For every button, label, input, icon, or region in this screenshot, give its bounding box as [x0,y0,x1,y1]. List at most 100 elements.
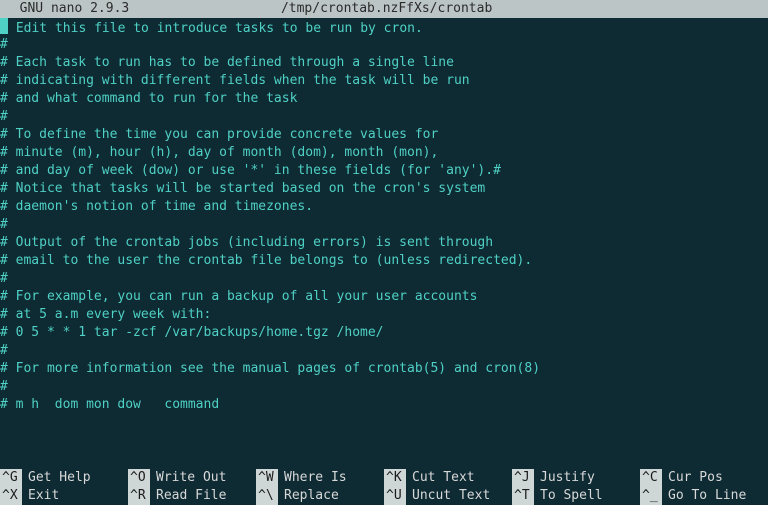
comment-hash: # [0,217,8,232]
editor-line: # [0,378,768,396]
line-text: Each task to run has to be defined throu… [8,55,454,70]
titlebar: GNU nano 2.9.3 /tmp/crontab.nzFfXs/cront… [0,0,768,18]
help-label: Justify [540,469,595,487]
editor-line: # For example, you can run a backup of a… [0,288,768,306]
keycap: ^G [0,469,22,487]
editor-line: # [0,36,768,54]
editor-line: # and what command to run for the task [0,90,768,108]
help-cur-pos[interactable]: ^C Cur Pos [640,469,768,487]
help-where-is[interactable]: ^W Where Is [256,469,384,487]
comment-hash: # [0,73,8,88]
editor-line: Edit this file to introduce tasks to be … [0,18,768,36]
help-label: Cur Pos [668,469,723,487]
editor-line: # minute (m), hour (h), day of month (do… [0,144,768,162]
comment-hash: # [0,343,8,358]
keycap: ^U [384,487,406,505]
editor-line: # at 5 a.m every week with: [0,306,768,324]
help-label: Write Out [156,469,226,487]
help-read-file[interactable]: ^R Read File [128,487,256,505]
line-text: To define the time you can provide concr… [8,127,438,142]
line-text: m h dom mon dow command [8,397,219,412]
help-label: Read File [156,487,226,505]
comment-hash: # [0,397,8,412]
keycap: ^T [512,487,534,505]
line-text: For more information see the manual page… [8,361,540,376]
comment-hash: # [0,145,8,160]
editor-line: # [0,270,768,288]
editor-line: # [0,108,768,126]
comment-hash: # [0,127,8,142]
line-text: daemon's notion of time and timezones. [8,199,313,214]
editor-line: # m h dom mon dow command [0,396,768,414]
comment-hash: # [0,325,8,340]
comment-hash: # [0,37,8,52]
keycap: ^J [512,469,534,487]
line-text: indicating with different fields when th… [8,73,470,88]
keycap: ^W [256,469,278,487]
editor-line: # email to the user the crontab file bel… [0,252,768,270]
line-text: and day of week (dow) or use '*' in thes… [8,163,501,178]
open-file-path: /tmp/crontab.nzFfXs/crontab [129,0,644,18]
editor-line: # daemon's notion of time and timezones. [0,198,768,216]
line-text: email to the user the crontab file belon… [8,253,532,268]
line-text: minute (m), hour (h), day of month (dom)… [8,145,438,160]
help-label: Where Is [284,469,347,487]
comment-hash: # [0,109,8,124]
keycap: ^\ [256,487,278,505]
line-text: Edit this file to introduce tasks to be … [8,21,423,36]
editor-line: # [0,342,768,360]
help-label: To Spell [540,487,603,505]
comment-hash: # [0,91,8,106]
editor-line: # Each task to run has to be defined thr… [0,54,768,72]
keycap: ^R [128,487,150,505]
editor-line: # Notice that tasks will be started base… [0,180,768,198]
keycap: ^O [128,469,150,487]
editor-line: # For more information see the manual pa… [0,360,768,378]
help-label: Exit [28,487,59,505]
comment-hash: # [0,307,8,322]
comment-hash: # [0,379,8,394]
help-to-spell[interactable]: ^T To Spell [512,487,640,505]
text-cursor [0,18,8,34]
comment-hash: # [0,289,8,304]
help-label: Go To Line [668,487,746,505]
help-label: Get Help [28,469,91,487]
comment-hash: # [0,361,8,376]
line-text: For example, you can run a backup of all… [8,289,478,304]
help-uncut-text[interactable]: ^U Uncut Text [384,487,512,505]
help-bar: ^G Get Help ^O Write Out ^W Where Is ^K Cut … [0,469,768,505]
editor-line: # and day of week (dow) or use '*' in th… [0,162,768,180]
help-exit[interactable]: ^X Exit [0,487,128,505]
help-write-out[interactable]: ^O Write Out [128,469,256,487]
help-label: Replace [284,487,339,505]
comment-hash: # [0,181,8,196]
comment-hash: # [0,235,8,250]
keycap: ^C [640,469,662,487]
help-go-to-line[interactable]: ^_ Go To Line [640,487,768,505]
comment-hash: # [0,199,8,214]
titlebar-right-spacer [644,0,764,18]
editor-line: # [0,216,768,234]
help-label: Cut Text [412,469,475,487]
help-row-2: ^X Exit ^R Read File ^\ Replace ^U Uncut Tex… [0,487,768,505]
line-text: 0 5 * * 1 tar -zcf /var/backups/home.tgz… [8,325,384,340]
help-row-1: ^G Get Help ^O Write Out ^W Where Is ^K Cut … [0,469,768,487]
keycap: ^X [0,487,22,505]
editor-line: # Output of the crontab jobs (including … [0,234,768,252]
keycap: ^_ [640,487,662,505]
help-cut-text[interactable]: ^K Cut Text [384,469,512,487]
line-text: at 5 a.m every week with: [8,307,212,322]
help-justify[interactable]: ^J Justify [512,469,640,487]
editor-viewport[interactable]: Edit this file to introduce tasks to be … [0,18,768,469]
comment-hash: # [0,55,8,70]
editor-line: # 0 5 * * 1 tar -zcf /var/backups/home.t… [0,324,768,342]
keycap: ^K [384,469,406,487]
line-text: Notice that tasks will be started based … [8,181,485,196]
help-label: Uncut Text [412,487,490,505]
comment-hash: # [0,271,8,286]
help-replace[interactable]: ^\ Replace [256,487,384,505]
comment-hash: # [0,253,8,268]
line-text: and what command to run for the task [8,91,298,106]
help-get-help[interactable]: ^G Get Help [0,469,128,487]
editor-line: # indicating with different fields when … [0,72,768,90]
